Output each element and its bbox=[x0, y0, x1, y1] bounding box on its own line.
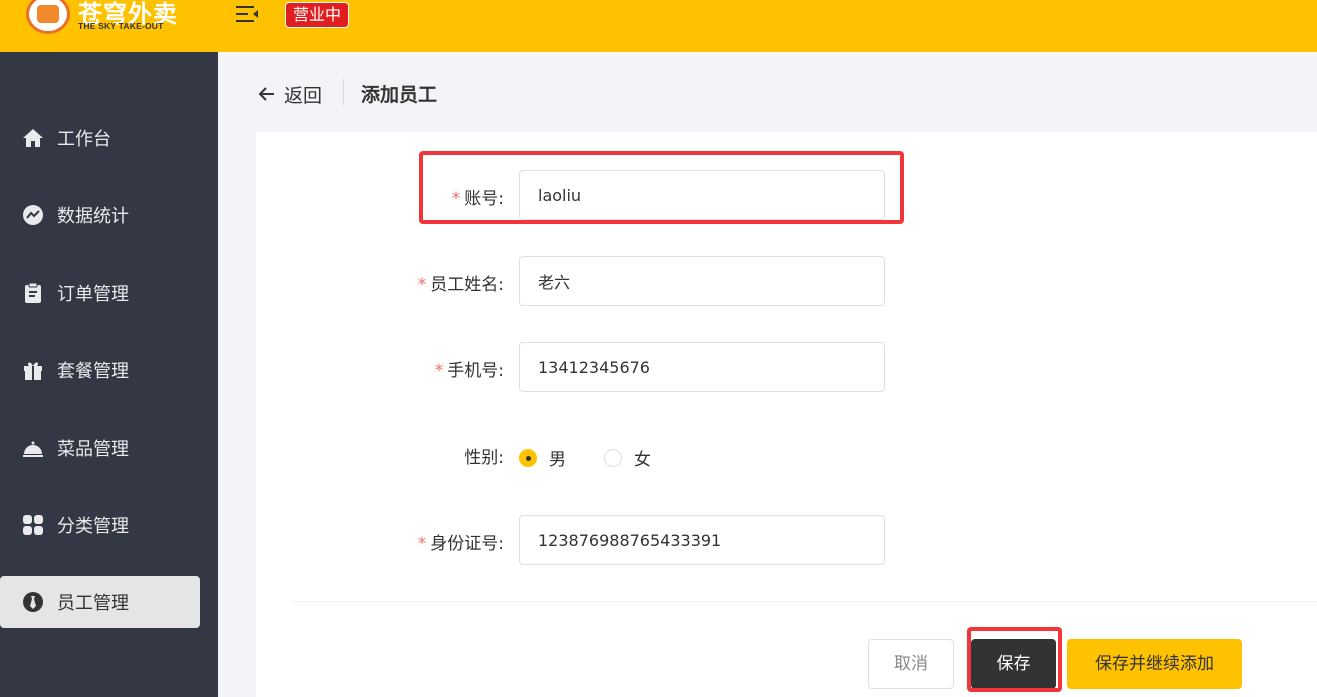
gender-radio-female[interactable]: 女 bbox=[604, 445, 651, 470]
idcard-label: * 身份证号: bbox=[417, 534, 504, 554]
app-logo[interactable]: 苍穹外卖 THE SKY TAKE-OUT bbox=[22, 0, 182, 38]
sidebar-item-statistics[interactable]: 数据统计 bbox=[0, 189, 200, 241]
annotation-highlight-account bbox=[419, 151, 904, 224]
sidebar-item-combos[interactable]: 套餐管理 bbox=[0, 344, 200, 396]
menu-fold-icon[interactable] bbox=[236, 6, 258, 24]
sidebar-item-categories[interactable]: 分类管理 bbox=[0, 499, 200, 551]
grid-icon bbox=[23, 515, 43, 535]
gender-option-label: 男 bbox=[549, 450, 566, 470]
gender-radio-male[interactable]: 男 bbox=[519, 445, 566, 470]
employee-icon bbox=[23, 592, 43, 612]
idcard-input[interactable] bbox=[519, 515, 885, 565]
sidebar-item-employees[interactable]: 员工管理 bbox=[0, 576, 200, 628]
gender-option-label: 女 bbox=[634, 450, 651, 470]
top-header: 苍穹外卖 THE SKY TAKE-OUT 营业中 bbox=[0, 0, 1317, 52]
sidebar: 工作台 数据统计 订单管理 套餐管理 菜品管理 分类管理 员工管理 bbox=[0, 52, 218, 697]
home-icon bbox=[23, 129, 43, 147]
sidebar-item-label: 分类管理 bbox=[57, 516, 129, 537]
sidebar-item-label: 数据统计 bbox=[57, 206, 129, 227]
sidebar-item-label: 菜品管理 bbox=[57, 439, 129, 460]
radio-checked-icon bbox=[519, 448, 537, 467]
cloche-icon bbox=[23, 441, 43, 457]
employee-name-input[interactable] bbox=[519, 256, 885, 306]
sidebar-item-label: 员工管理 bbox=[57, 593, 129, 614]
sidebar-item-label: 工作台 bbox=[57, 129, 111, 150]
gift-icon bbox=[24, 362, 42, 380]
sidebar-item-label: 订单管理 bbox=[57, 284, 129, 305]
employee-name-label: * 员工姓名: bbox=[417, 275, 504, 295]
arrow-left-icon bbox=[258, 87, 274, 101]
form-divider bbox=[293, 601, 1317, 602]
sidebar-item-workbench[interactable]: 工作台 bbox=[0, 112, 200, 164]
logo-text-en: THE SKY TAKE-OUT bbox=[78, 21, 164, 31]
page-title: 添加员工 bbox=[361, 84, 438, 106]
chart-icon bbox=[23, 205, 43, 225]
back-label: 返回 bbox=[284, 84, 323, 107]
clipboard-icon bbox=[25, 282, 41, 303]
back-button[interactable]: 返回 bbox=[258, 80, 322, 108]
annotation-highlight-save bbox=[967, 627, 1062, 692]
title-divider bbox=[343, 79, 344, 105]
business-status-badge: 营业中 bbox=[285, 2, 350, 28]
cancel-button[interactable]: 取消 bbox=[868, 639, 954, 689]
sidebar-item-label: 套餐管理 bbox=[57, 361, 129, 382]
logo-mark-icon bbox=[26, 0, 70, 34]
sidebar-item-dishes[interactable]: 菜品管理 bbox=[0, 422, 200, 474]
phone-input[interactable] bbox=[519, 342, 885, 392]
save-and-continue-button[interactable]: 保存并继续添加 bbox=[1067, 639, 1242, 689]
phone-label: * 手机号: bbox=[434, 361, 504, 381]
sidebar-item-orders[interactable]: 订单管理 bbox=[0, 267, 200, 319]
gender-label: 性别: bbox=[464, 448, 504, 468]
radio-unchecked-icon bbox=[604, 448, 622, 467]
